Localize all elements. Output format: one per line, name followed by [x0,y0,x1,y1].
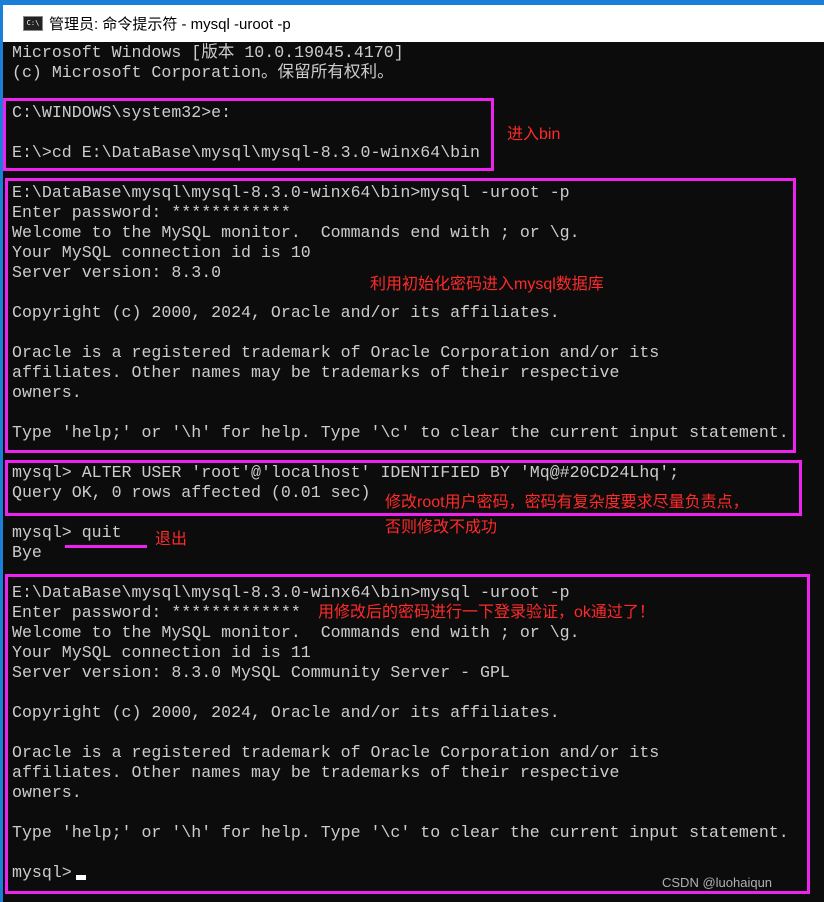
highlight-box-cd-bin [3,98,494,171]
annotation-verify: 用修改后的密码进行一下登录验证，ok通过了！ [318,604,655,621]
annotation-change-password: 修改root用户密码，密码有复杂度要求尽量负责点， [385,494,749,511]
terminal-line: Microsoft Windows [版本 10.0.19045.4170] [12,43,404,62]
title-bar[interactable]: C:\ 管理员: 命令提示符 - mysql -uroot -p [3,5,824,42]
terminal-line: (c) Microsoft Corporation。保留所有权利。 [12,63,394,82]
window-title: 管理员: 命令提示符 - mysql -uroot -p [49,16,291,33]
annotation-initial-login: 利用初始化密码进入mysql数据库 [370,276,604,293]
annotation-enter-bin: 进入bin [507,126,561,143]
cmd-icon: C:\ [23,16,43,31]
annotation-change-password-2: 否则修改不成功 [385,519,498,536]
quit-underline [65,545,147,548]
annotation-quit: 退出 [155,531,188,548]
watermark: CSDN @luohaiqun [662,875,773,890]
highlight-box-initial-login [5,178,796,453]
